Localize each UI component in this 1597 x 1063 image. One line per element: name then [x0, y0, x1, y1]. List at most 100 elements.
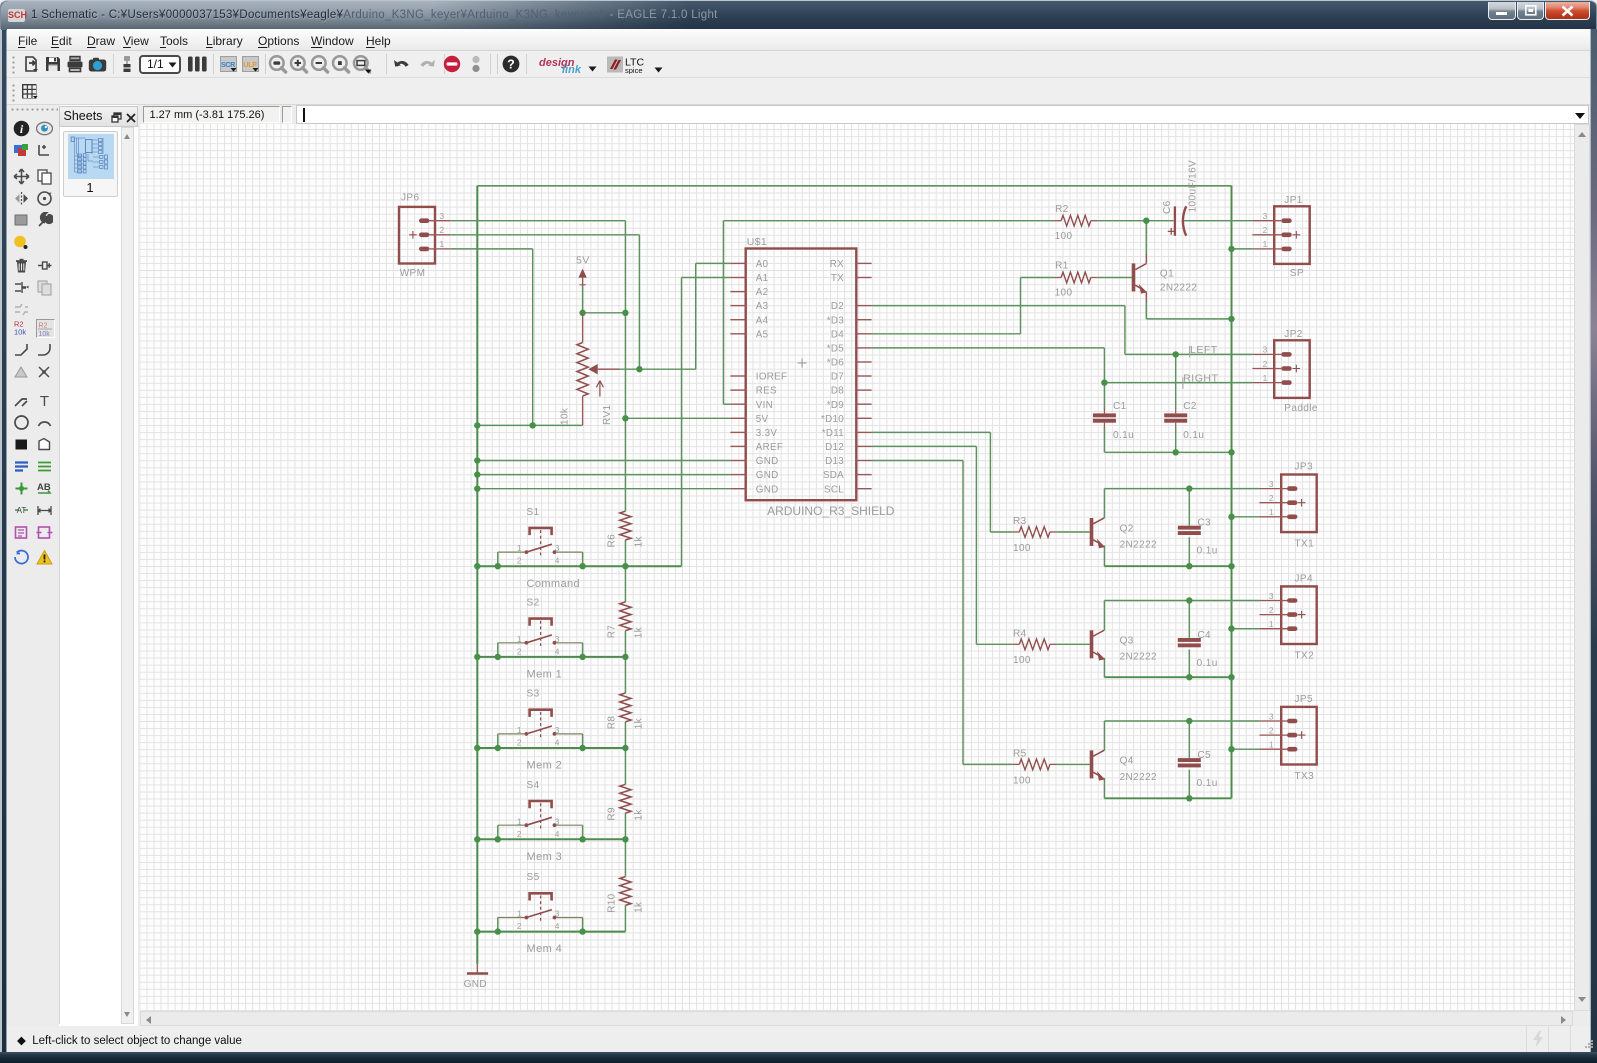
svg-text:C4: C4: [1197, 630, 1211, 641]
svg-text:5V: 5V: [576, 254, 590, 266]
svg-text:A1: A1: [756, 273, 769, 284]
svg-text:D12: D12: [825, 442, 844, 453]
svg-text:0.1u: 0.1u: [1197, 778, 1218, 789]
svg-text:0.1u: 0.1u: [1113, 430, 1134, 441]
svg-text:*D9: *D9: [827, 400, 844, 411]
svg-text:3: 3: [555, 543, 560, 553]
svg-text:S3: S3: [527, 689, 540, 700]
svg-text:4: 4: [555, 829, 560, 839]
svg-text:3: 3: [555, 634, 560, 644]
svg-text:Mem 1: Mem 1: [527, 669, 563, 681]
svg-text:A3: A3: [756, 301, 769, 312]
svg-text:SDA: SDA: [823, 470, 844, 481]
svg-text:R9: R9: [607, 807, 618, 821]
svg-text:3: 3: [1269, 711, 1274, 721]
svg-text:JP1: JP1: [1284, 195, 1302, 206]
svg-text:Q2: Q2: [1120, 523, 1134, 534]
svg-text:VIN: VIN: [756, 400, 773, 411]
svg-text:4: 4: [555, 738, 560, 748]
svg-text:1: 1: [440, 239, 445, 249]
svg-text:1k: 1k: [634, 717, 645, 729]
svg-text:1k: 1k: [634, 901, 645, 913]
svg-text:2: 2: [1269, 725, 1274, 735]
svg-text:4: 4: [555, 921, 560, 931]
svg-text:SCR: SCR: [221, 60, 236, 69]
svg-text:GND: GND: [756, 456, 779, 467]
svg-text:Mem 4: Mem 4: [527, 943, 563, 955]
svg-text:RIGHT: RIGHT: [1183, 373, 1218, 385]
svg-text:4: 4: [555, 646, 560, 656]
svg-text:3: 3: [1263, 345, 1268, 355]
svg-text:R6: R6: [607, 534, 618, 548]
svg-text:R2: R2: [38, 323, 47, 330]
svg-text:2: 2: [440, 225, 445, 235]
svg-text:1: 1: [1263, 373, 1268, 383]
svg-text:*D3: *D3: [827, 315, 844, 326]
svg-text:1: 1: [1269, 619, 1274, 629]
svg-text:GND: GND: [756, 484, 779, 495]
svg-text:TX: TX: [831, 273, 844, 284]
svg-text:A2: A2: [756, 287, 769, 298]
svg-text:100: 100: [1013, 655, 1031, 666]
svg-text:1: 1: [517, 909, 522, 919]
svg-text:2: 2: [1263, 225, 1268, 235]
svg-text:R8: R8: [607, 716, 618, 730]
svg-text:C1: C1: [1113, 401, 1127, 412]
svg-text:1: 1: [1269, 740, 1274, 750]
svg-text:R2: R2: [1055, 204, 1069, 215]
svg-text:1: 1: [517, 816, 522, 826]
svg-text:RES: RES: [756, 386, 777, 397]
svg-text:3: 3: [555, 725, 560, 735]
svg-text:1: 1: [1263, 239, 1268, 249]
svg-text:A4: A4: [756, 315, 769, 326]
svg-text:2: 2: [517, 556, 522, 566]
svg-text:AREF: AREF: [756, 442, 783, 453]
svg-text:100: 100: [1055, 231, 1073, 242]
svg-text:5V: 5V: [756, 414, 769, 425]
svg-text:2N2222: 2N2222: [1120, 772, 1157, 783]
svg-text:2: 2: [517, 829, 522, 839]
svg-text:R10: R10: [607, 893, 618, 913]
svg-text:*D10: *D10: [821, 414, 844, 425]
svg-text:Paddle: Paddle: [1284, 403, 1318, 414]
svg-text:SCL: SCL: [824, 484, 844, 495]
svg-text:C6: C6: [1162, 200, 1173, 214]
svg-text:D8: D8: [831, 386, 844, 397]
svg-text:4: 4: [555, 556, 560, 566]
svg-text:10k: 10k: [14, 328, 26, 337]
svg-text:*D11: *D11: [822, 428, 844, 439]
svg-text:R7: R7: [607, 625, 618, 639]
svg-text:3: 3: [555, 816, 560, 826]
svg-text:R4: R4: [1013, 628, 1027, 639]
svg-text:Command: Command: [527, 578, 581, 590]
svg-text:2: 2: [1269, 605, 1274, 615]
svg-text:ARDUINO_R3_SHIELD: ARDUINO_R3_SHIELD: [767, 504, 895, 518]
svg-text:S4: S4: [527, 780, 540, 791]
svg-text:TX1: TX1: [1295, 539, 1315, 550]
svg-text:LEFT: LEFT: [1190, 344, 1218, 356]
svg-text:R3: R3: [1013, 516, 1027, 527]
svg-text:2: 2: [517, 738, 522, 748]
svg-text:Mem 2: Mem 2: [527, 760, 563, 772]
svg-text:Q4: Q4: [1120, 756, 1134, 767]
svg-text:2: 2: [517, 921, 522, 931]
svg-text:0.1u: 0.1u: [1197, 546, 1218, 557]
svg-text:0.1u: 0.1u: [1197, 658, 1218, 669]
svg-text:AT: AT: [16, 506, 26, 515]
svg-text:3: 3: [440, 211, 445, 221]
svg-text:TX2: TX2: [1295, 651, 1315, 662]
svg-text:ULP: ULP: [243, 60, 257, 69]
svg-text:JP2: JP2: [1284, 329, 1302, 340]
svg-text:T: T: [39, 393, 48, 409]
svg-text:1k: 1k: [634, 536, 645, 548]
svg-text:1: 1: [517, 634, 522, 644]
svg-text:C3: C3: [1197, 518, 1211, 529]
svg-text:R1: R1: [1055, 260, 1069, 271]
svg-text:100: 100: [1013, 543, 1031, 554]
svg-text:0.1u: 0.1u: [1183, 430, 1204, 441]
svg-text:JP3: JP3: [1295, 462, 1313, 473]
svg-text:D2: D2: [831, 301, 844, 312]
svg-text:WPM: WPM: [400, 268, 426, 279]
svg-text:GND: GND: [756, 470, 779, 481]
svg-text:JP6: JP6: [401, 193, 419, 204]
